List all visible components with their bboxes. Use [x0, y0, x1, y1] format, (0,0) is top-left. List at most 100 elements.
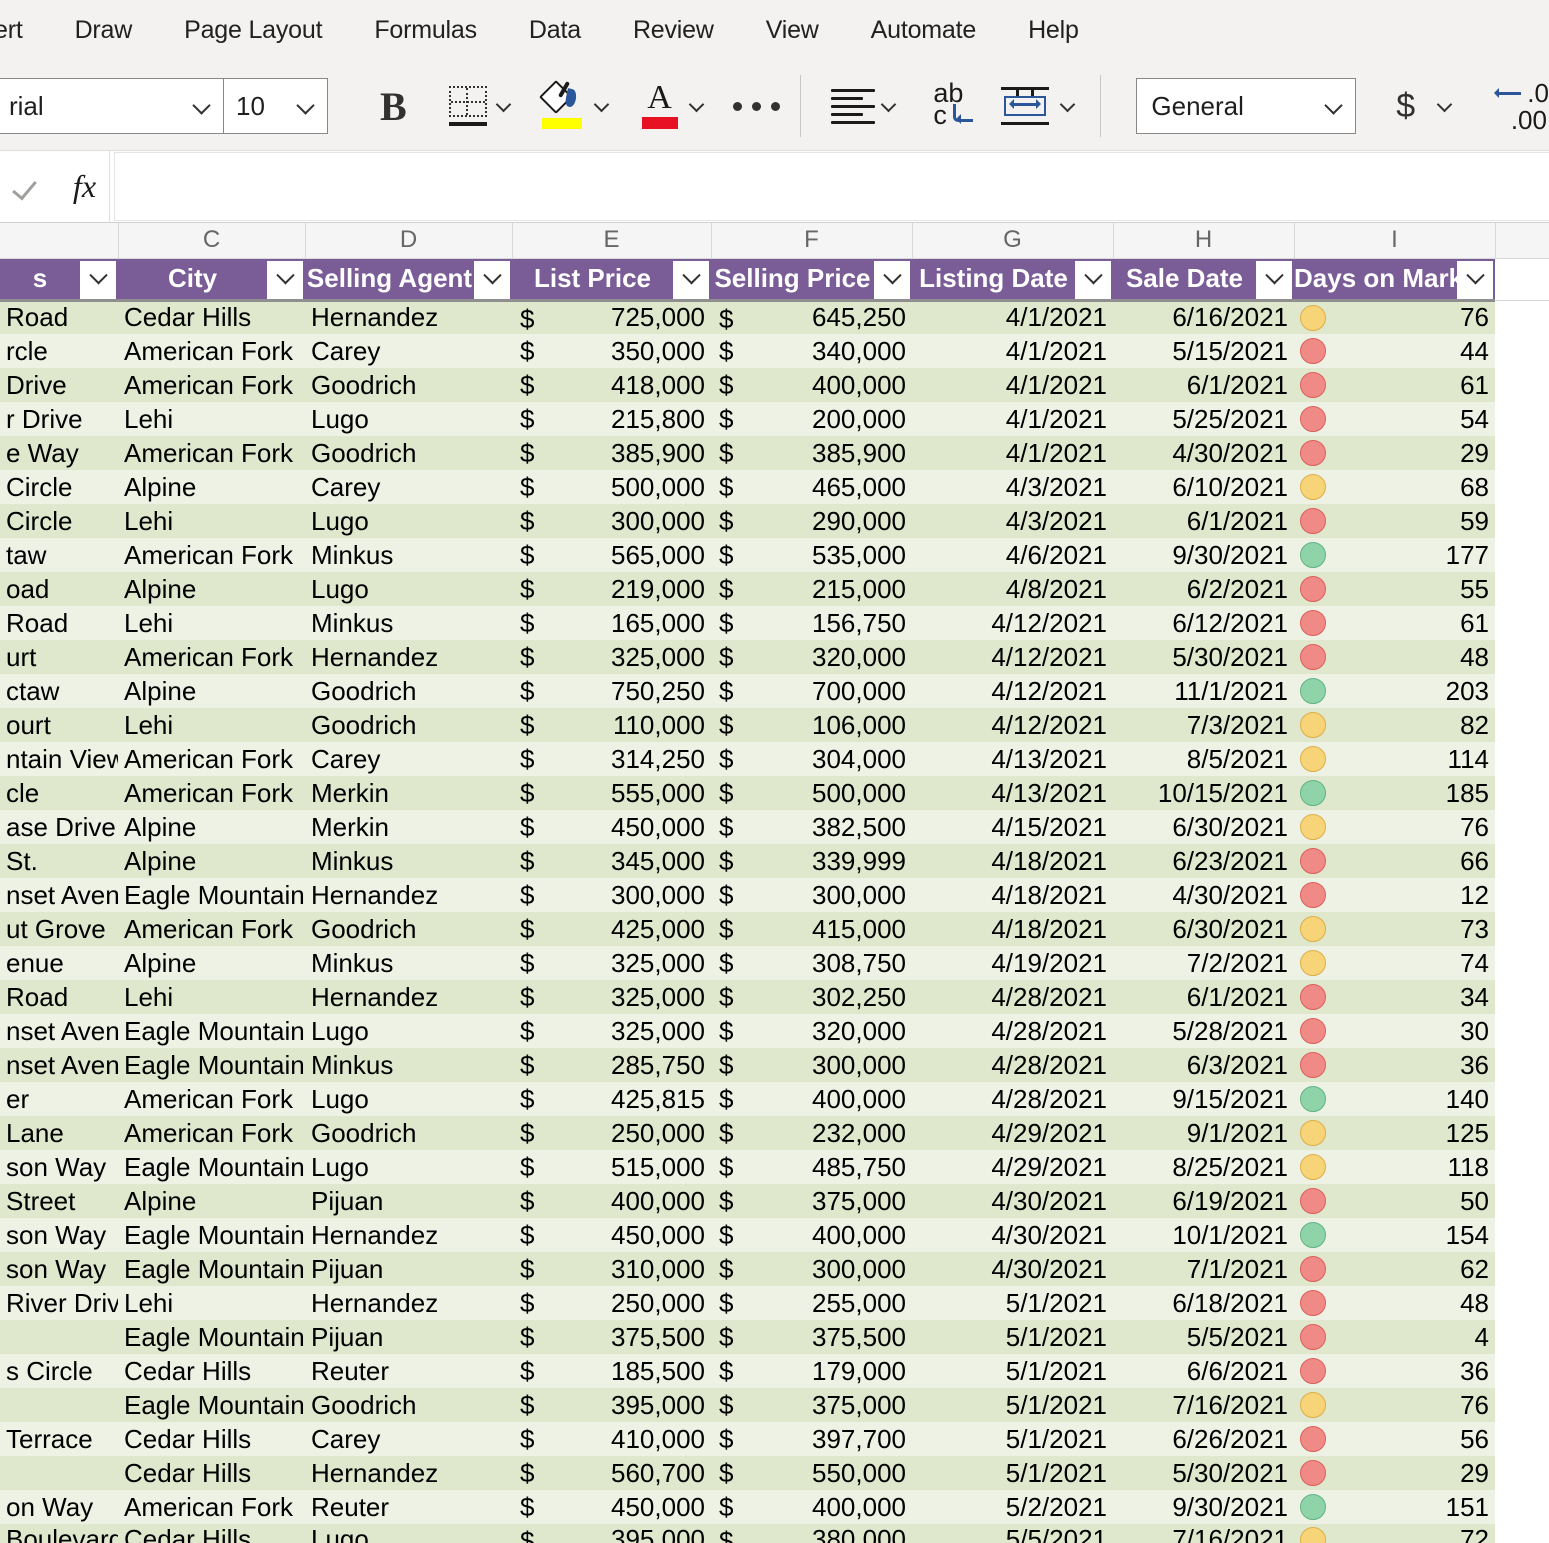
cell-listing-date[interactable]: 4/30/2021: [912, 1218, 1113, 1252]
cell-address[interactable]: on Way: [0, 1490, 118, 1524]
cell-empty[interactable]: [1495, 810, 1549, 844]
cell-list-price[interactable]: $418,000: [512, 368, 711, 402]
cell-selling-agent[interactable]: Lugo: [305, 1150, 512, 1184]
cell-days-on-market[interactable]: 74: [1294, 946, 1495, 980]
cell-city[interactable]: Lehi: [118, 606, 305, 640]
cell-selling-agent[interactable]: Hernandez: [305, 980, 512, 1014]
table-row[interactable]: ase Drive Alpine Merkin $450,000 $382,500 4/1…: [0, 810, 1549, 844]
cell-empty[interactable]: [1495, 912, 1549, 946]
cell-listing-date[interactable]: 4/13/2021: [912, 776, 1113, 810]
cell-empty[interactable]: [1495, 572, 1549, 606]
cell-city[interactable]: American Fork: [118, 742, 305, 776]
table-row[interactable]: St. Alpine Minkus $345,000 $339,999 4/18/2021…: [0, 844, 1549, 878]
cell-days-on-market[interactable]: 76: [1294, 810, 1495, 844]
accounting-format-icon[interactable]: $: [1396, 87, 1415, 126]
cell-address[interactable]: [0, 1320, 118, 1354]
cell-city[interactable]: American Fork: [118, 1490, 305, 1524]
cell-address[interactable]: ourt: [0, 708, 118, 742]
cell-list-price[interactable]: $215,800: [512, 402, 711, 436]
cell-address[interactable]: ntain View: [0, 742, 118, 776]
cell-empty[interactable]: [1495, 1048, 1549, 1082]
cell-days-on-market[interactable]: 30: [1294, 1014, 1495, 1048]
filter-dropdown-icon[interactable]: [474, 260, 510, 297]
cell-empty[interactable]: [1495, 606, 1549, 640]
cell-listing-date[interactable]: 4/12/2021: [912, 640, 1113, 674]
cell-sale-date[interactable]: 6/30/2021: [1113, 912, 1294, 946]
cell-selling-agent[interactable]: Hernandez: [305, 300, 512, 334]
cell-city[interactable]: Lehi: [118, 402, 305, 436]
ribbon-tab-page-layout[interactable]: Page Layout: [158, 16, 348, 45]
cell-selling-agent[interactable]: Reuter: [305, 1354, 512, 1388]
cell-days-on-market[interactable]: 62: [1294, 1252, 1495, 1286]
cell-listing-date[interactable]: 4/18/2021: [912, 878, 1113, 912]
table-row[interactable]: son Way Eagle Mountain Lugo $515,000 $485,75…: [0, 1150, 1549, 1184]
cell-selling-agent[interactable]: Lugo: [305, 572, 512, 606]
cell-list-price[interactable]: $725,000: [512, 300, 711, 334]
cell-city[interactable]: Alpine: [118, 572, 305, 606]
cell-days-on-market[interactable]: 29: [1294, 436, 1495, 470]
cell-sale-date[interactable]: 4/30/2021: [1113, 436, 1294, 470]
cell-list-price[interactable]: $250,000: [512, 1116, 711, 1150]
cell-sale-date[interactable]: 11/1/2021: [1113, 674, 1294, 708]
cell-days-on-market[interactable]: 29: [1294, 1456, 1495, 1490]
cell-address[interactable]: Circle: [0, 470, 118, 504]
cell-empty[interactable]: [1495, 878, 1549, 912]
cell-listing-date[interactable]: 4/18/2021: [912, 844, 1113, 878]
cell-selling-price[interactable]: $255,000: [711, 1286, 912, 1320]
cell-selling-price[interactable]: $535,000: [711, 538, 912, 572]
ribbon-tab-automate[interactable]: Automate: [845, 16, 1002, 45]
confirm-check-icon[interactable]: [13, 170, 47, 204]
cell-list-price[interactable]: $110,000: [512, 708, 711, 742]
cell-days-on-market[interactable]: 76: [1294, 1388, 1495, 1422]
cell-list-price[interactable]: $450,000: [512, 810, 711, 844]
table-row[interactable]: nset AvenuEagle MountainMinkus$285,750$3…: [0, 1048, 1549, 1082]
cell-listing-date[interactable]: 4/1/2021: [912, 300, 1113, 334]
cell-selling-agent[interactable]: Minkus: [305, 1048, 512, 1082]
cell-selling-price[interactable]: $179,000: [711, 1354, 912, 1388]
cell-address[interactable]: Road: [0, 980, 118, 1014]
cell-days-on-market[interactable]: 12: [1294, 878, 1495, 912]
cell-selling-agent[interactable]: Carey: [305, 742, 512, 776]
cell-list-price[interactable]: $425,815: [512, 1082, 711, 1116]
cell-days-on-market[interactable]: 125: [1294, 1116, 1495, 1150]
cell-sale-date[interactable]: 6/6/2021: [1113, 1354, 1294, 1388]
ribbon-tab-help[interactable]: Help: [1002, 16, 1105, 45]
wrap-text-icon[interactable]: ab c: [931, 78, 974, 130]
cell-selling-agent[interactable]: Minkus: [305, 844, 512, 878]
cell-days-on-market[interactable]: 48: [1294, 640, 1495, 674]
cell-address[interactable]: Lane: [0, 1116, 118, 1150]
cell-address[interactable]: er: [0, 1082, 118, 1116]
cell-list-price[interactable]: $395,000: [512, 1524, 711, 1543]
cell-empty[interactable]: [1495, 1320, 1549, 1354]
cell-sale-date[interactable]: 6/30/2021: [1113, 810, 1294, 844]
font-name-combobox[interactable]: rial: [0, 78, 224, 134]
cell-city[interactable]: Alpine: [118, 470, 305, 504]
table-row[interactable]: Terrace Cedar Hills Carey $410,000 $397,700 5…: [0, 1422, 1549, 1456]
cell-selling-price[interactable]: $400,000: [711, 368, 912, 402]
cell-list-price[interactable]: $750,250: [512, 674, 711, 708]
cell-address[interactable]: nset Avenu: [0, 878, 118, 912]
table-row[interactable]: enue Alpine Minkus $325,000 $308,750 4/19/202…: [0, 946, 1549, 980]
cell-selling-agent[interactable]: Carey: [305, 334, 512, 368]
cell-empty[interactable]: [1495, 1490, 1549, 1524]
cell-address[interactable]: son Way: [0, 1218, 118, 1252]
cell-selling-agent[interactable]: Goodrich: [305, 1116, 512, 1150]
cell-selling-agent[interactable]: Reuter: [305, 1490, 512, 1524]
cell-sale-date[interactable]: 7/1/2021: [1113, 1252, 1294, 1286]
cell-city[interactable]: Alpine: [118, 844, 305, 878]
table-row[interactable]: ntain View American Fork Carey $314,250 $304…: [0, 742, 1549, 776]
cell-city[interactable]: Cedar Hills: [118, 1456, 305, 1490]
cell-days-on-market[interactable]: 48: [1294, 1286, 1495, 1320]
cell-selling-price[interactable]: $415,000: [711, 912, 912, 946]
cell-empty[interactable]: [1495, 1150, 1549, 1184]
cell-days-on-market[interactable]: 44: [1294, 334, 1495, 368]
cell-sale-date[interactable]: 6/12/2021: [1113, 606, 1294, 640]
cell-list-price[interactable]: $314,250: [512, 742, 711, 776]
cell-selling-agent[interactable]: Minkus: [305, 606, 512, 640]
cell-days-on-market[interactable]: 151: [1294, 1490, 1495, 1524]
cell-empty[interactable]: [1495, 1116, 1549, 1150]
cell-empty[interactable]: [1495, 1456, 1549, 1490]
cell-address[interactable]: [0, 1456, 118, 1490]
cell-sale-date[interactable]: 6/1/2021: [1113, 504, 1294, 538]
cell-listing-date[interactable]: 4/1/2021: [912, 368, 1113, 402]
